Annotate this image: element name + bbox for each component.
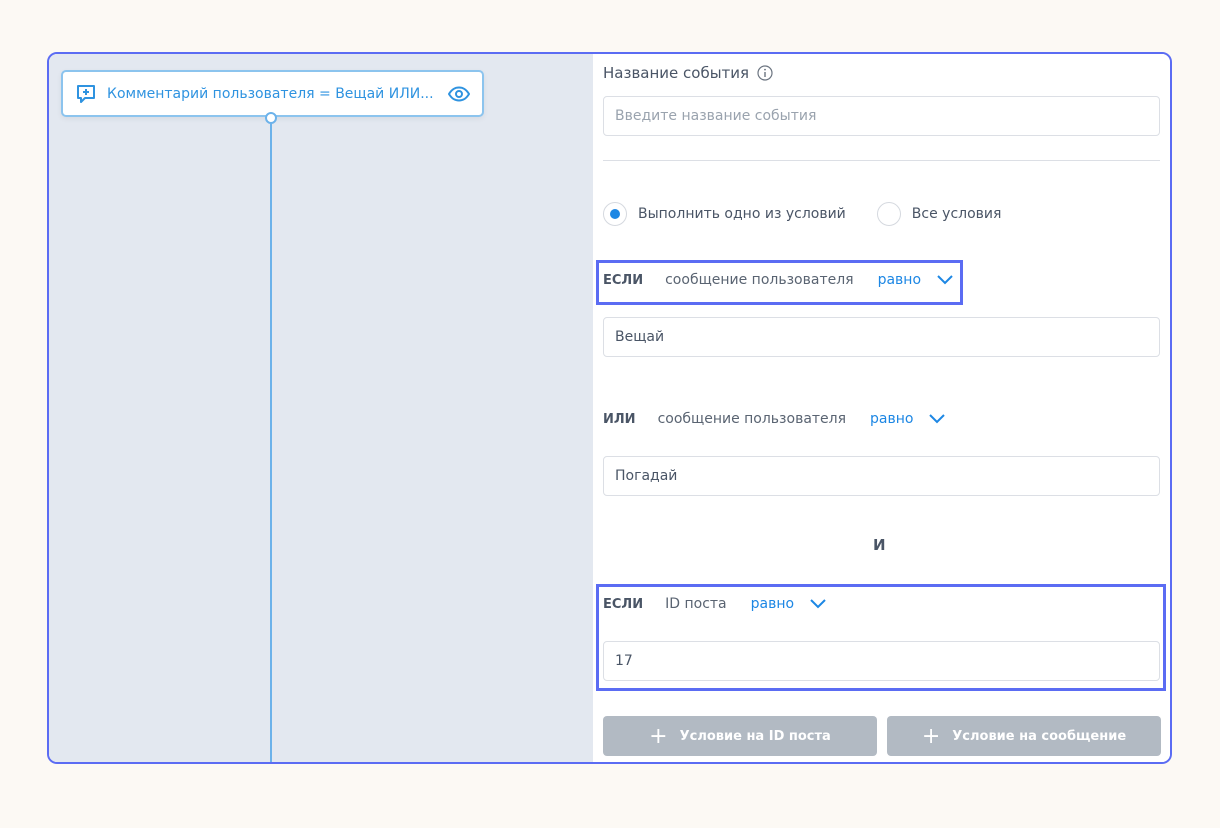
event-name-input[interactable]: Введите название события — [603, 96, 1160, 136]
condition-value-input[interactable]: Вещай — [603, 317, 1160, 357]
condition-keyword: ЕСЛИ — [603, 272, 644, 288]
condition-operator[interactable]: равно — [878, 272, 921, 288]
condition-field[interactable]: сообщение пользователя — [658, 411, 846, 427]
add-message-condition-button[interactable]: + Условие на сообщение — [887, 716, 1161, 756]
connector-line — [270, 118, 272, 762]
flow-canvas[interactable]: Комментарий пользователя = Вещай ИЛИ... — [49, 54, 593, 762]
event-settings-panel: Название события Введите название событи… — [593, 54, 1170, 762]
comment-plus-icon — [77, 84, 95, 103]
condition-operator[interactable]: равно — [751, 596, 794, 612]
chevron-down-icon[interactable] — [810, 599, 826, 609]
condition-keyword: ЕСЛИ — [603, 596, 644, 612]
chevron-down-icon[interactable] — [937, 275, 953, 285]
chevron-down-icon[interactable] — [929, 414, 946, 424]
and-separator: И — [873, 536, 886, 554]
button-label: Условие на сообщение — [952, 728, 1127, 744]
radio-all-label: Все условия — [911, 206, 1002, 222]
eye-icon[interactable] — [448, 85, 470, 102]
flow-editor: Комментарий пользователя = Вещай ИЛИ... … — [47, 52, 1172, 764]
condition-operator[interactable]: равно — [870, 411, 913, 427]
node-title: Комментарий пользователя = Вещай ИЛИ... — [107, 85, 434, 102]
condition-value-input[interactable]: 17 — [603, 641, 1160, 681]
plus-icon: + — [921, 723, 941, 749]
condition-field[interactable]: сообщение пользователя — [665, 272, 853, 288]
plus-icon: + — [649, 723, 668, 749]
condition-value-input[interactable]: Погадай — [603, 456, 1160, 496]
condition-row: ЕСЛИ ID поста равно — [603, 596, 826, 612]
node-output-port[interactable] — [265, 112, 277, 124]
radio-all-conditions[interactable] — [876, 202, 901, 226]
condition-row: ИЛИ сообщение пользователя равно — [603, 411, 946, 427]
trigger-node[interactable]: Комментарий пользователя = Вещай ИЛИ... — [61, 70, 484, 117]
condition-keyword: ИЛИ — [603, 411, 636, 427]
info-icon[interactable] — [757, 65, 773, 81]
event-name-label: Название события — [603, 64, 750, 82]
button-label: Условие на ID поста — [679, 728, 831, 744]
event-name-placeholder: Введите название события — [615, 108, 817, 124]
radio-any-condition[interactable] — [603, 202, 627, 226]
divider — [603, 160, 1160, 161]
radio-any-label: Выполнить одно из условий — [638, 206, 846, 222]
condition-row: ЕСЛИ сообщение пользователя равно — [603, 272, 953, 288]
condition-field[interactable]: ID поста — [665, 596, 727, 612]
add-post-id-condition-button[interactable]: + Условие на ID поста — [603, 716, 877, 756]
